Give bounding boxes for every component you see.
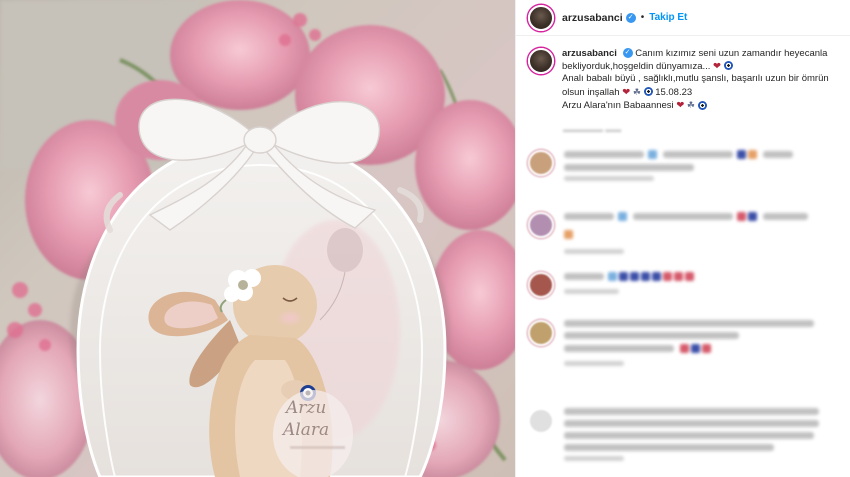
comment-item[interactable]: [528, 272, 846, 299]
comment-body-blurred: [564, 320, 814, 371]
caption-date: 15.08.23: [655, 86, 693, 98]
comment-avatar[interactable]: [528, 408, 554, 434]
caption-line4: olsun inşallah: [562, 86, 620, 98]
heart-emoji-icon: ❤: [676, 100, 685, 111]
caption-avatar[interactable]: [528, 48, 554, 74]
verified-badge-icon: ✓: [625, 12, 636, 23]
caption-timestamp-blurred: ▬▬▬▬▬ ▬▬: [563, 125, 622, 134]
comment-avatar[interactable]: [528, 320, 554, 346]
caption-line5: Arzu Alara'nın Babaannesi: [562, 100, 674, 111]
hamsa-emoji-icon: ☘: [632, 86, 641, 97]
hamsa-emoji-icon: ☘: [686, 100, 695, 110]
card-name-line2: Alara: [283, 420, 330, 440]
caption-line2: bekliyorduk,hoşgeldin dünyamıza...: [562, 60, 711, 72]
comment-item[interactable]: [528, 150, 846, 186]
comment-item[interactable]: [528, 212, 846, 259]
avatar[interactable]: [528, 4, 554, 31]
separator-dot: •: [640, 12, 645, 23]
comment-body-blurred: [564, 212, 812, 259]
comment-avatar[interactable]: [528, 212, 554, 238]
photo-illustration: [0, 0, 515, 477]
post-photo[interactable]: Arzu Alara: [0, 0, 515, 477]
nazar-bead-icon: [723, 61, 733, 71]
nazar-bead-icon: [643, 87, 653, 97]
verified-badge-icon: ✓: [622, 48, 633, 59]
card-name-line1: Arzu: [286, 398, 327, 418]
caption-line1: Canım kızımız seni uzun zamandır heyecan…: [635, 48, 828, 59]
post-caption: arzusabanci ✓ Canım kızımız seni uzun za…: [528, 48, 846, 113]
post-sidebar: arzusabanci ✓ • Takip Et arzusabanci ✓ C…: [515, 0, 850, 477]
nazar-bead-icon: [697, 100, 707, 110]
comment-body-blurred: [564, 272, 696, 299]
comment-body-blurred: [564, 408, 819, 466]
comment-body-blurred: [564, 150, 797, 186]
card-small-text: [290, 446, 345, 449]
comment-avatar[interactable]: [528, 272, 554, 298]
comment-item[interactable]: [528, 408, 846, 466]
caption-username[interactable]: arzusabanci: [562, 48, 617, 59]
post-header: arzusabanci ✓ • Takip Et: [516, 0, 850, 36]
caption-line3: Analı babalı büyü , sağlıklı,mutlu şansl…: [562, 73, 829, 84]
comment-item[interactable]: [528, 320, 846, 371]
follow-button[interactable]: Takip Et: [649, 12, 687, 23]
heart-emoji-icon: ❤: [713, 60, 722, 72]
heart-emoji-icon: ❤: [622, 86, 631, 98]
username[interactable]: arzusabanci: [562, 12, 623, 24]
comment-avatar[interactable]: [528, 150, 554, 176]
